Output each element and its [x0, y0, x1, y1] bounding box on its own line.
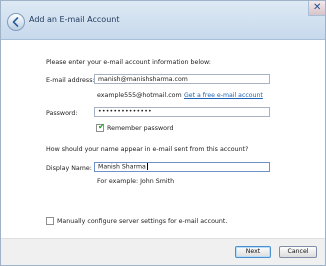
close-button[interactable]: ✕	[308, 1, 325, 16]
email-example: example555@hotmail.com	[97, 92, 182, 99]
dialog-content: Please enter your e-mail account informa…	[1, 40, 325, 238]
button-bar: Next Cancel	[1, 238, 325, 265]
display-name-value: Manish Sharma	[98, 163, 146, 171]
dialog-title: Add an E-mail Account	[29, 15, 120, 24]
add-email-account-dialog: Add an E-mail Account ✕ Please enter you…	[0, 0, 326, 266]
password-label: Password:	[46, 110, 78, 117]
name-question: How should your name appear in e-mail se…	[46, 146, 249, 153]
title-bar: Add an E-mail Account ✕	[1, 1, 325, 40]
email-field[interactable]	[94, 74, 270, 84]
remember-password-checkbox[interactable]: ✔	[96, 122, 105, 132]
close-icon: ✕	[313, 2, 322, 13]
cancel-button[interactable]: Cancel	[279, 246, 317, 258]
intro-text: Please enter your e-mail account informa…	[46, 59, 211, 66]
manual-config-checkbox[interactable]	[46, 217, 54, 225]
text-caret	[146, 163, 148, 170]
manual-config-label: Manually configure server settings for e…	[57, 218, 228, 225]
back-button[interactable]	[7, 13, 25, 31]
password-field[interactable]: ••••••••••••••	[94, 107, 270, 117]
display-name-label: Display Name:	[46, 165, 92, 172]
next-button[interactable]: Next	[235, 246, 271, 258]
get-free-account-link[interactable]: Get a free e-mail account	[184, 92, 263, 99]
email-label: E-mail address:	[46, 77, 95, 84]
remember-password-label: Remember password	[107, 125, 174, 132]
checkmark-icon: ✔	[98, 122, 105, 131]
display-name-example: For example: John Smith	[97, 178, 175, 185]
back-arrow-icon	[12, 17, 19, 27]
display-name-field[interactable]: Manish Sharma	[94, 162, 270, 172]
